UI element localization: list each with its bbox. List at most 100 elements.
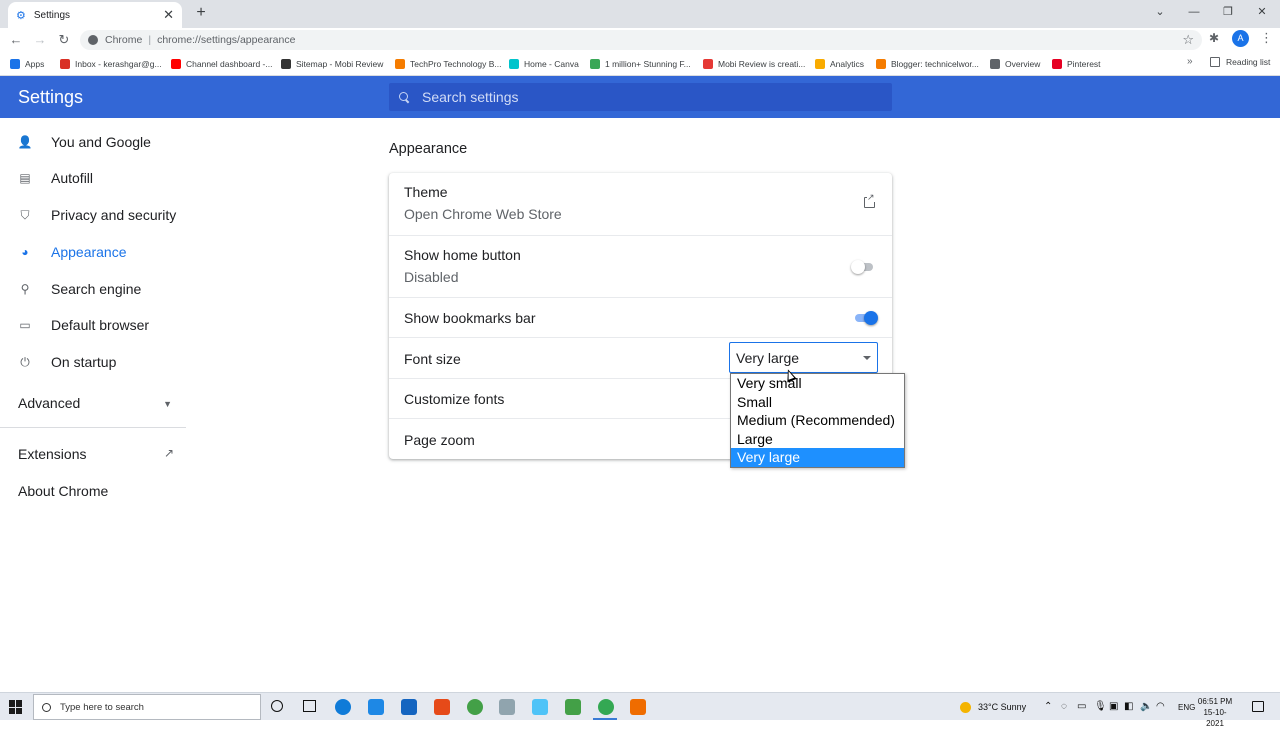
- bookmark-item[interactable]: TechPro Technology B...: [395, 57, 502, 71]
- battery-icon[interactable]: ▭: [1077, 701, 1086, 712]
- file-explorer-icon[interactable]: [368, 699, 384, 715]
- settings-header: Settings: [0, 76, 1280, 118]
- windows-start-icon[interactable]: [9, 700, 23, 714]
- weather-text[interactable]: 33°C Sunny: [978, 702, 1026, 712]
- sidebar-item-you-and-google[interactable]: 👤 You and Google: [18, 130, 151, 154]
- bookmark-item[interactable]: Analytics: [815, 57, 864, 71]
- bookmarks-overflow-icon[interactable]: »: [1187, 56, 1193, 67]
- theme-row[interactable]: Theme Open Chrome Web Store: [389, 173, 892, 235]
- bookmark-label: Overview: [1005, 59, 1041, 69]
- font-size-option[interactable]: Small: [731, 393, 904, 412]
- omnibox-url: chrome://settings/appearance: [157, 34, 296, 46]
- bookmark-item[interactable]: 1 million+ Stunning F...: [590, 57, 691, 71]
- language-indicator[interactable]: ENG: [1178, 703, 1195, 712]
- search-icon: ⚲: [20, 282, 30, 296]
- bookmark-item[interactable]: Pinterest: [1052, 57, 1101, 71]
- bookmark-label: Pinterest: [1067, 59, 1101, 69]
- sidebar-extensions-label: Extensions: [18, 446, 87, 462]
- remote-desktop-icon[interactable]: [532, 699, 548, 715]
- sidebar-item-privacy-and-security[interactable]: ⛉ Privacy and security: [18, 203, 176, 227]
- edge-app-icon[interactable]: [335, 699, 351, 715]
- network-icon[interactable]: ◌: [1061, 701, 1067, 712]
- font-size-option[interactable]: Very large: [731, 448, 904, 467]
- sidebar-item-search-engine[interactable]: ⚲ Search engine: [18, 277, 142, 301]
- site-info-icon[interactable]: [88, 35, 98, 45]
- reload-icon[interactable]: ↻: [55, 31, 73, 49]
- app-tray-icon[interactable]: ▣: [1109, 701, 1118, 712]
- show-hidden-icons-icon[interactable]: ⌃: [1044, 701, 1052, 712]
- open-in-new-icon: ↗: [163, 446, 174, 460]
- tab-search-icon[interactable]: ⌄: [1150, 4, 1170, 20]
- search-settings-input[interactable]: [422, 89, 862, 105]
- tab-settings[interactable]: ⚙ Settings ✕: [8, 2, 182, 28]
- sidebar-item-appearance[interactable]: ◕ Appearance: [18, 240, 126, 264]
- show-bookmarks-bar-toggle[interactable]: [853, 311, 878, 325]
- extensions-puzzle-icon[interactable]: ✱: [1209, 31, 1219, 45]
- sidebar-item-extensions[interactable]: Extensions ↗: [18, 446, 174, 462]
- bookmark-favicon-icon: [10, 59, 20, 69]
- show-bookmarks-bar-row[interactable]: Show bookmarks bar: [389, 297, 892, 337]
- notifications-icon[interactable]: [1252, 701, 1264, 712]
- recorder-app-icon[interactable]: [630, 699, 646, 715]
- close-window-icon[interactable]: ✕: [1252, 4, 1272, 20]
- office-app-icon[interactable]: [434, 699, 450, 715]
- profile-avatar[interactable]: A: [1232, 30, 1249, 47]
- restore-icon[interactable]: ❐: [1218, 4, 1238, 20]
- minimize-icon[interactable]: —: [1184, 4, 1204, 20]
- bookmark-label: Sitemap - Mobi Review: [296, 59, 384, 69]
- forward-arrow-icon[interactable]: →: [31, 31, 49, 49]
- more-menu-icon[interactable]: ⋮: [1260, 30, 1273, 46]
- clipboard-icon: ▤: [19, 171, 31, 185]
- clock[interactable]: 06:51 PM 15-10-2021: [1195, 696, 1235, 729]
- bookmark-item[interactable]: Mobi Review is creati...: [703, 57, 805, 71]
- sidebar-item-advanced[interactable]: Advanced ▼: [18, 395, 172, 411]
- browser-icon: ▭: [19, 318, 31, 332]
- camtasia-app-icon[interactable]: [565, 699, 581, 715]
- sidebar-item-default-browser[interactable]: ▭ Default browser: [18, 313, 149, 337]
- volume-icon[interactable]: 🔈: [1140, 701, 1152, 712]
- app-icon[interactable]: [499, 699, 515, 715]
- new-tab-button[interactable]: +: [192, 4, 210, 22]
- font-size-option[interactable]: Very small: [731, 374, 904, 393]
- bookmark-item[interactable]: Channel dashboard -...: [171, 57, 272, 71]
- back-arrow-icon[interactable]: ←: [7, 31, 25, 49]
- sidebar-item-about-chrome[interactable]: About Chrome: [18, 483, 108, 499]
- search-settings-box[interactable]: [389, 83, 892, 111]
- close-tab-icon[interactable]: ✕: [163, 7, 174, 23]
- wifi-icon[interactable]: ◠: [1156, 701, 1165, 712]
- show-home-button-toggle[interactable]: [851, 260, 875, 274]
- address-bar[interactable]: Chrome | chrome://settings/appearance ☆: [80, 30, 1202, 50]
- show-home-button-row[interactable]: Show home button Disabled: [389, 235, 892, 297]
- sidebar-item-autofill[interactable]: ▤ Autofill: [18, 166, 93, 190]
- mail-app-icon[interactable]: [401, 699, 417, 715]
- sidebar-item-label: Autofill: [51, 170, 94, 186]
- tab-title: Settings: [33, 9, 71, 21]
- palette-icon: ◕: [21, 245, 29, 259]
- chrome-app-icon[interactable]: [598, 699, 614, 715]
- font-size-select[interactable]: Very large: [729, 342, 878, 373]
- bookmark-item[interactable]: Sitemap - Mobi Review: [281, 57, 383, 71]
- font-size-option[interactable]: Medium (Recommended): [731, 411, 904, 430]
- microphone-icon[interactable]: 🎙: [1094, 701, 1107, 712]
- bookmark-label: Inbox - kerashgar@g...: [75, 59, 162, 69]
- sidebar-item-label: Default browser: [51, 317, 150, 333]
- bookmark-item[interactable]: Inbox - kerashgar@g...: [60, 57, 162, 71]
- font-size-option[interactable]: Large: [731, 430, 904, 449]
- bookmark-star-icon[interactable]: ☆: [1182, 32, 1194, 48]
- bookmark-favicon-icon: [1052, 59, 1062, 69]
- reading-list-button[interactable]: Reading list: [1210, 57, 1270, 67]
- bookmark-item[interactable]: Blogger: technicelwor...: [876, 57, 979, 71]
- bookmark-item[interactable]: Apps: [10, 57, 44, 71]
- bookmark-item[interactable]: Overview: [990, 57, 1040, 71]
- task-view-icon[interactable]: [303, 700, 316, 712]
- windows-taskbar: Type here to search 33°C Sunny ⌃ ◌ ▭ 🎙 ▣…: [0, 692, 1280, 728]
- sidebar-item-label: Search engine: [51, 281, 142, 297]
- browser-app-icon[interactable]: [467, 699, 483, 715]
- open-in-new-icon[interactable]: [864, 192, 875, 208]
- bookmark-item[interactable]: Home - Canva: [509, 57, 579, 71]
- cortana-icon[interactable]: [271, 700, 283, 712]
- taskbar-search-box[interactable]: Type here to search: [33, 694, 261, 720]
- tray-icon[interactable]: ◧: [1124, 701, 1133, 712]
- bookmark-label: TechPro Technology B...: [410, 59, 502, 69]
- sidebar-item-on-startup[interactable]: ⏻ On startup: [18, 350, 116, 374]
